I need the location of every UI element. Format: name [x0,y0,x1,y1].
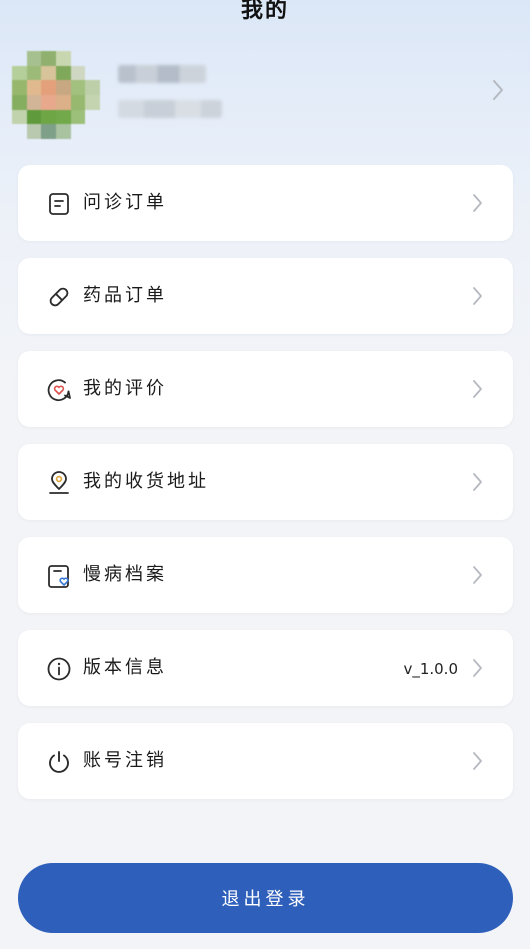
menu-item-label: 药品订单 [83,285,167,306]
power-icon [49,751,69,773]
menu-item-version-info[interactable]: 版本信息 v_1.0.0 [18,630,513,706]
menu-item-consultation-orders[interactable]: 问诊订单 [18,165,513,241]
menu-item-label: 版本信息 [83,657,167,678]
menu-item-chronic-records[interactable]: 慢病档案 [18,537,513,613]
profile-card[interactable] [0,45,530,145]
file-heart-icon [48,565,69,588]
info-icon [47,657,71,681]
menu-item-account-cancellation[interactable]: 账号注销 [18,723,513,799]
pill-icon [49,287,69,307]
menu-item-shipping-address[interactable]: 我的收货地址 [18,444,513,520]
avatar[interactable] [12,51,100,139]
user-subtitle [118,100,222,118]
heart-message-icon [47,379,71,402]
menu-item-label: 我的评价 [83,378,167,399]
chevron-right-icon [473,659,482,677]
logout-button[interactable]: 退出登录 [18,863,513,933]
version-value: v_1.0.0 [403,660,458,678]
menu-item-label: 账号注销 [83,750,167,771]
chevron-right-icon [473,194,482,212]
menu-item-label: 我的收货地址 [83,471,209,492]
chevron-right-icon [493,80,503,100]
menu-item-label: 问诊订单 [83,192,167,213]
document-icon [49,193,69,215]
chevron-right-icon [473,752,482,770]
chevron-right-icon [473,566,482,584]
chevron-right-icon [473,380,482,398]
menu-item-my-reviews[interactable]: 我的评价 [18,351,513,427]
menu-list: 问诊订单 药品订单 我的评价 我的收货地址 慢病档案 版本信息 v_1.0.0 … [18,165,513,816]
menu-item-label: 慢病档案 [83,564,167,585]
page-title: 我的 [240,0,289,23]
chevron-right-icon [473,473,482,491]
user-name [118,65,206,83]
chevron-right-icon [473,287,482,305]
location-pin-icon [49,471,69,494]
menu-item-medicine-orders[interactable]: 药品订单 [18,258,513,334]
